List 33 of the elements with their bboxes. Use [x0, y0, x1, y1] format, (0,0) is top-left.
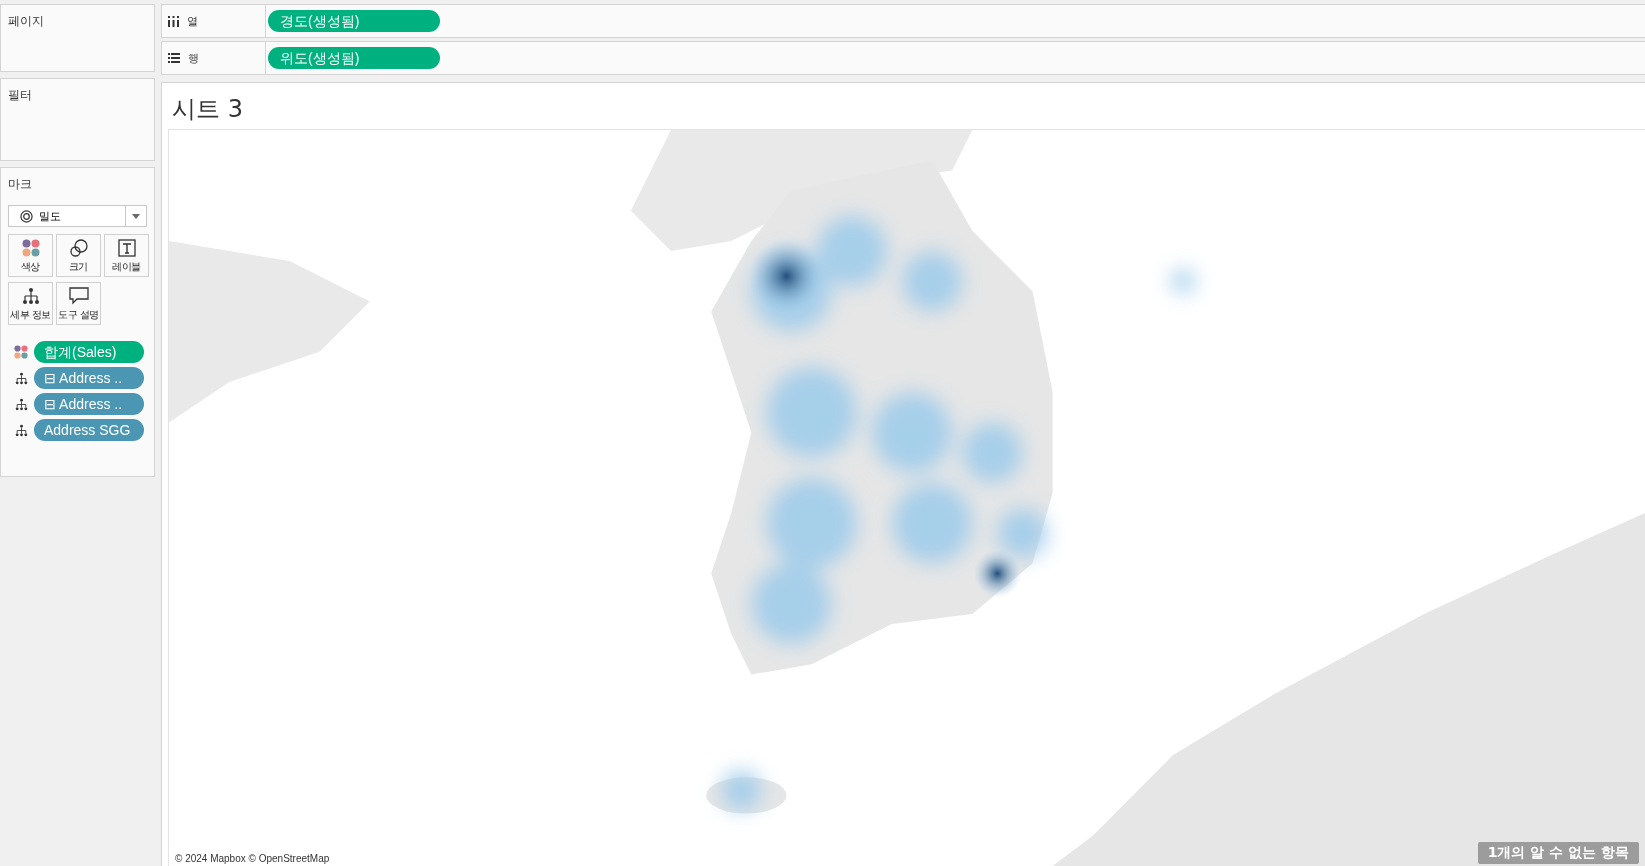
list-icon	[168, 53, 180, 63]
field-pill[interactable]: 경도(생성됨)	[268, 10, 440, 32]
sheet-title: 시트 3	[171, 94, 243, 125]
mark-property-button[interactable]: 레이블	[104, 234, 149, 277]
card-title: 페이지	[8, 13, 45, 30]
mark-property-button[interactable]: 도구 설명	[56, 282, 101, 325]
mark-property-button[interactable]: 색상	[8, 234, 53, 277]
shelf-label: 행	[188, 50, 199, 66]
unknown-items-badge[interactable]: 1개의 알 수 없는 항목	[1477, 842, 1639, 864]
field-pill[interactable]: Address SGG	[34, 419, 144, 441]
field-pill[interactable]: ⊟ Address ..	[34, 393, 144, 415]
field-pill[interactable]: 위도(생성됨)	[268, 47, 440, 69]
hierarchy-icon	[21, 287, 40, 305]
shelf-label: 열	[187, 13, 198, 29]
mark-property-button[interactable]: 세부 정보	[8, 282, 53, 325]
mark-type-dropdown[interactable]: 밀도	[8, 205, 147, 227]
field-pill[interactable]: ⊟ Address ..	[34, 367, 144, 389]
speech-bubble-icon	[68, 287, 89, 305]
dropdown-arrow-icon	[132, 213, 140, 219]
hierarchy-icon	[14, 423, 28, 437]
color-dots-icon	[14, 345, 28, 359]
hierarchy-icon	[14, 371, 28, 385]
card-title: 마크	[8, 176, 33, 193]
map-attribution: © 2024 Mapbox © OpenStreetMap	[173, 853, 332, 864]
target-icon	[20, 209, 33, 223]
color-dots-icon	[21, 239, 40, 257]
card-title: 필터	[8, 87, 33, 104]
size-circles-icon	[69, 239, 88, 257]
field-pill[interactable]: 합계(Sales)	[34, 341, 144, 363]
columns-icon	[168, 15, 179, 27]
mark-property-button[interactable]: 크기	[56, 234, 101, 277]
hierarchy-icon	[14, 397, 28, 411]
text-icon	[117, 239, 136, 257]
